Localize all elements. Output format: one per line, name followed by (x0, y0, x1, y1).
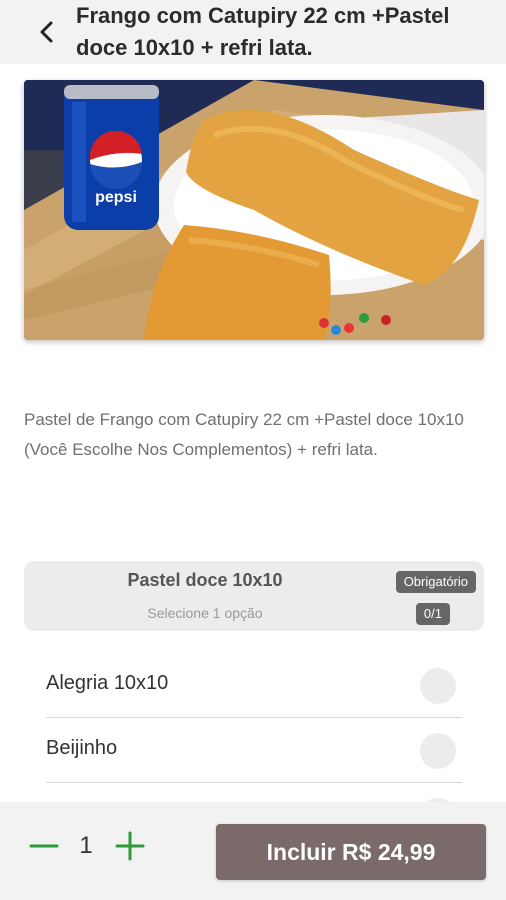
plus-icon (115, 831, 145, 861)
minus-icon (29, 844, 59, 848)
option-group-header: Pastel doce 10x10 Selecione 1 opção Obri… (24, 561, 484, 631)
back-arrow-icon (40, 21, 53, 43)
option-label: Beijinho (46, 737, 118, 759)
add-to-cart-button[interactable]: Incluir R$ 24,99 (216, 824, 486, 880)
option-group-subtitle: Selecione 1 opção (147, 605, 263, 621)
product-image: pepsi (24, 80, 484, 340)
option-radio-button[interactable] (420, 733, 456, 769)
option-radio-button[interactable] (420, 668, 456, 704)
product-description: Pastel de Frango com Catupiry 22 cm +Pas… (24, 410, 464, 459)
increase-quantity-button[interactable] (114, 830, 146, 862)
option-group-title: Pastel doce 10x10 (127, 570, 283, 590)
required-badge: Obrigatório (395, 571, 476, 593)
option-item-alegria[interactable]: Alegria 10x10 (46, 654, 462, 718)
pepsi-logo-text: pepsi (95, 189, 137, 206)
bottom-bar: 1 Incluir R$ 24,99 (0, 802, 506, 900)
header: Frango com Catupiry 22 cm +Pastel doce 1… (0, 0, 506, 64)
decrease-quantity-button[interactable] (28, 830, 60, 862)
option-item-beijinho[interactable]: Beijinho (46, 719, 462, 783)
product-detail-screen: Frango com Catupiry 22 cm +Pastel doce 1… (0, 0, 506, 900)
quantity-value: 1 (79, 832, 93, 859)
back-button[interactable] (30, 14, 64, 50)
option-label: Alegria 10x10 (46, 672, 169, 694)
selection-count-badge: 0/1 (415, 603, 450, 625)
page-title: Frango com Catupiry 22 cm +Pastel doce 1… (76, 3, 450, 60)
